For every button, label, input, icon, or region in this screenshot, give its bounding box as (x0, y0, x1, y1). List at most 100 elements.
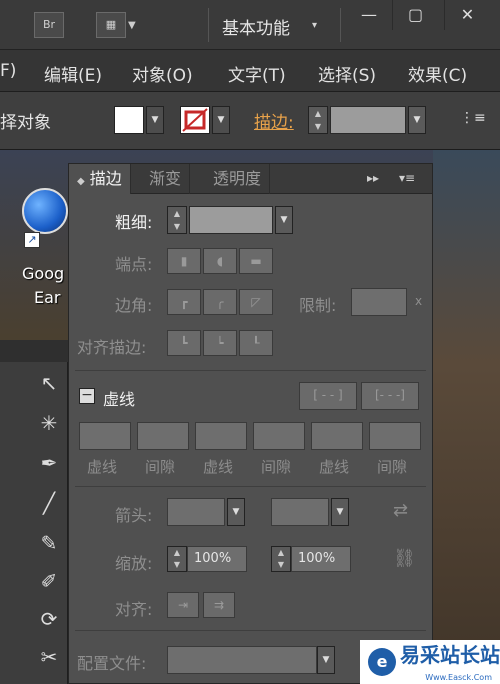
dashed-line-checkbox[interactable]: − (79, 388, 95, 404)
bevel-join-icon[interactable]: ◸ (239, 289, 273, 315)
start-scale-stepper[interactable]: ▲ ▼ (167, 546, 187, 572)
fill-swatch[interactable] (114, 106, 144, 134)
weight-stepper[interactable]: ▲ ▼ (167, 206, 187, 234)
title-separator-2 (340, 8, 341, 42)
profile-dropdown-icon[interactable]: ▼ (317, 646, 335, 674)
weight-dropdown-icon[interactable]: ▼ (275, 206, 293, 234)
desktop-icon-label-2: Ear (34, 288, 61, 307)
start-arrowhead-field[interactable] (167, 498, 225, 526)
maximize-button[interactable]: ▢ (392, 0, 438, 30)
menu-select[interactable]: 选择(S) (318, 61, 376, 86)
panel-options-icon[interactable]: ▾≡ (399, 171, 415, 185)
canvas-background (433, 150, 500, 684)
profile-field[interactable] (167, 646, 317, 674)
start-scale-field[interactable]: 100% (187, 546, 247, 572)
limit-field[interactable] (351, 288, 407, 316)
dash-label-1: 虚线 (87, 458, 118, 476)
preserve-dash-icon[interactable]: [ ‐ ‐ ] (299, 382, 357, 410)
weight-label: 粗细: (115, 213, 153, 232)
gap-label-2: 间隙 (261, 458, 292, 476)
projecting-cap-icon[interactable]: ▬ (239, 248, 273, 274)
puppet-warp-icon[interactable]: ✂ (34, 642, 64, 672)
link-scale-icon[interactable]: ⛓ (393, 548, 416, 569)
swap-arrowheads-icon[interactable]: ⇄ (393, 500, 408, 521)
tools-panel: ↖ ✳ ✒ ╱ ✎ ✐ ⟳ ✂ (0, 340, 68, 684)
stroke-swatch[interactable] (180, 106, 210, 134)
stroke-weight-label[interactable]: 描边: (254, 108, 294, 133)
align-dash-corners-icon[interactable]: [‐ ‐ ‐] (361, 382, 419, 410)
watermark-text: 易采站长站 (400, 643, 500, 667)
tools-panel-header[interactable] (0, 340, 68, 362)
end-scale-field[interactable]: 100% (291, 546, 351, 572)
end-arrowhead-field[interactable] (271, 498, 329, 526)
cap-label: 端点: (115, 255, 153, 274)
align-outside-icon[interactable]: ┖ (239, 330, 273, 356)
start-arrowhead-dropdown-icon[interactable]: ▼ (227, 498, 245, 526)
bridge-button[interactable]: Br (34, 12, 64, 38)
dash-field-3[interactable] (311, 422, 363, 450)
selection-status: 择对象 (0, 113, 51, 133)
section-divider-2 (75, 486, 426, 487)
selection-tool-icon[interactable]: ↖ (34, 368, 64, 398)
extend-arrow-icon[interactable]: ⇥ (167, 592, 199, 618)
line-tool-icon[interactable]: ╱ (34, 488, 64, 518)
arrange-documents-icon[interactable]: ▦ (96, 12, 126, 38)
minimize-button[interactable]: — (346, 0, 392, 30)
pen-tool-icon[interactable]: ✒ (34, 448, 64, 478)
scale-label: 缩放: (115, 554, 153, 573)
corner-label: 边角: (115, 296, 153, 315)
panel-menu-icon[interactable]: ⋮≡ (460, 110, 486, 126)
align-inside-icon[interactable]: ┕ (203, 330, 237, 356)
gap-field-2[interactable] (253, 422, 305, 450)
tab-stroke-label: 描边 (89, 169, 122, 188)
google-earth-icon[interactable] (22, 188, 68, 234)
menu-edit[interactable]: 编辑(E) (44, 61, 102, 86)
blob-brush-icon[interactable]: ✐ (34, 566, 64, 596)
end-scale-stepper[interactable]: ▲ ▼ (271, 546, 291, 572)
butt-cap-icon[interactable]: ▮ (167, 248, 201, 274)
workspace-switcher[interactable]: 基本功能 (222, 14, 290, 39)
stroke-dropdown-icon[interactable]: ▼ (212, 106, 230, 134)
magic-wand-icon[interactable]: ✳ (34, 408, 64, 438)
align-center-icon[interactable]: ┗ (167, 330, 201, 356)
place-arrow-icon[interactable]: ⇉ (203, 592, 235, 618)
stroke-weight-field[interactable] (330, 106, 406, 134)
close-button[interactable]: ✕ (444, 0, 490, 30)
watermark-url: Www.Easck.Com (425, 673, 492, 682)
limit-label: 限制: (299, 296, 337, 315)
profile-label: 配置文件: (77, 654, 147, 673)
miter-join-icon[interactable]: ┏ (167, 289, 201, 315)
watermark-logo-icon: e (368, 648, 396, 676)
control-bar: 择对象 ▼ ▼ 描边: ▲ ▼ ▼ ⋮≡ (0, 92, 500, 150)
tab-transparency[interactable]: 透明度 (205, 164, 271, 194)
dash-label-2: 虚线 (203, 458, 234, 476)
arrange-caret-icon[interactable]: ▼ (128, 20, 136, 31)
stroke-weight-dropdown-icon[interactable]: ▼ (408, 106, 426, 134)
dash-field-2[interactable] (195, 422, 247, 450)
panel-collapse-icon[interactable]: ▸▸ (367, 171, 379, 185)
menu-file[interactable]: F) (0, 61, 16, 81)
paintbrush-tool-icon[interactable]: ✎ (34, 528, 64, 558)
menu-effect[interactable]: 效果(C) (408, 61, 467, 86)
menu-object[interactable]: 对象(O) (132, 61, 193, 86)
end-arrowhead-dropdown-icon[interactable]: ▼ (331, 498, 349, 526)
tab-gradient[interactable]: 渐变 (141, 164, 191, 194)
dashed-line-label: 虚线 (103, 390, 136, 409)
round-join-icon[interactable]: ╭ (203, 289, 237, 315)
fill-dropdown-icon[interactable]: ▼ (146, 106, 164, 134)
menu-type[interactable]: 文字(T) (228, 61, 286, 86)
round-cap-icon[interactable]: ◖ (203, 248, 237, 274)
rotate-tool-icon[interactable]: ⟳ (34, 604, 64, 634)
tab-collapse-icon[interactable]: ◆ (77, 176, 85, 187)
section-divider (75, 370, 426, 371)
limit-unit: x (415, 294, 423, 308)
gap-field-1[interactable] (137, 422, 189, 450)
stroke-weight-stepper[interactable]: ▲ ▼ (308, 106, 328, 134)
desktop-icon-label-1: Goog (22, 264, 65, 283)
tab-stroke[interactable]: ◆ 描边 (69, 164, 131, 194)
gap-label-3: 间隙 (377, 458, 408, 476)
weight-field[interactable] (189, 206, 273, 234)
dash-field-1[interactable] (79, 422, 131, 450)
workspace-caret-icon[interactable]: ▾ (312, 20, 317, 31)
gap-field-3[interactable] (369, 422, 421, 450)
